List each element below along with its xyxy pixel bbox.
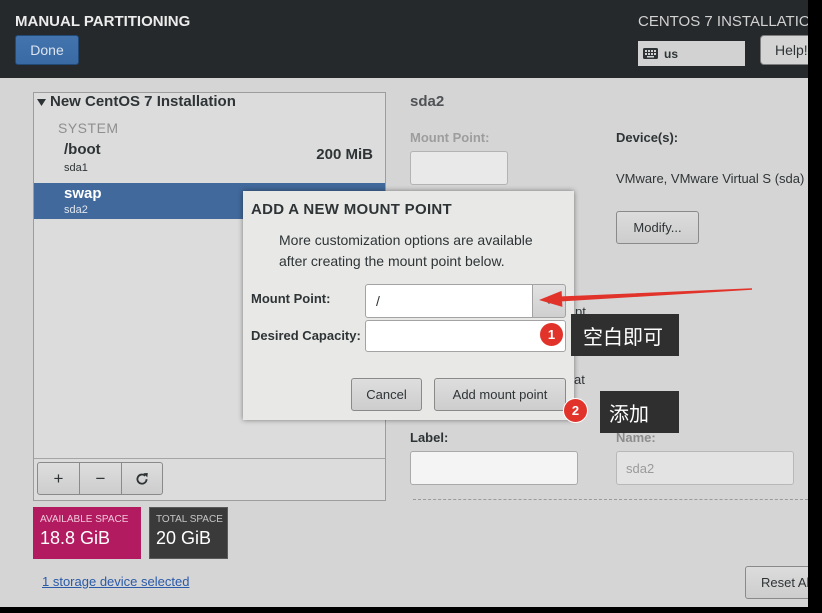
available-space-label: AVAILABLE SPACE [40, 514, 129, 525]
installation-title[interactable]: New CentOS 7 Installation [50, 93, 236, 110]
done-button[interactable]: Done [15, 35, 79, 65]
partition-toolbar: + − [34, 458, 385, 500]
label-field-label: Label: [410, 430, 449, 445]
desired-capacity-input[interactable] [365, 320, 566, 352]
refresh-button[interactable] [121, 462, 163, 495]
total-space-box: TOTAL SPACE 20 GiB [149, 507, 228, 559]
section-label-system: SYSTEM [58, 120, 119, 136]
dialog-description: after creating the mount point below. [279, 253, 505, 269]
reset-all-button[interactable]: Reset Al [745, 566, 808, 599]
dialog-mount-point-label: Mount Point: [251, 291, 331, 306]
dialog-description: More customization options are available [279, 232, 533, 248]
add-mount-point-dialog: ADD A NEW MOUNT POINT More customization… [243, 191, 574, 420]
mount-point-label: Mount Point: [410, 130, 490, 145]
available-space-value: 18.8 GiB [40, 528, 111, 548]
add-mount-point-button[interactable]: Add mount point [434, 378, 566, 411]
dialog-mount-point-input[interactable]: / [365, 284, 533, 318]
annotation-step-1-badge: 1 [539, 322, 564, 347]
devices-value: VMware, VMware Virtual S (sda) [616, 171, 805, 186]
partition-device: sda1 [64, 162, 88, 174]
product-title: CENTOS 7 INSTALLATIO [638, 13, 808, 30]
label-input[interactable] [410, 451, 578, 485]
keyboard-layout-label: us [664, 46, 679, 61]
keyboard-layout-indicator[interactable]: us [638, 41, 745, 66]
refresh-icon [136, 472, 148, 485]
keyboard-icon [643, 48, 658, 59]
expander-arrow-icon[interactable] [37, 99, 46, 106]
total-space-value: 20 GiB [156, 528, 212, 548]
name-input[interactable]: sda2 [616, 451, 794, 485]
remove-partition-button[interactable]: − [79, 462, 122, 495]
storage-devices-link[interactable]: 1 storage device selected [42, 574, 189, 590]
desired-capacity-label: Desired Capacity: [251, 328, 361, 343]
partition-mount-point: /boot [64, 141, 101, 158]
cancel-button[interactable]: Cancel [351, 378, 422, 411]
page-title: MANUAL PARTITIONING [15, 13, 191, 30]
dialog-title: ADD A NEW MOUNT POINT [251, 201, 453, 218]
selected-partition-title: sda2 [410, 93, 445, 110]
chevron-down-icon [544, 298, 554, 304]
add-partition-button[interactable]: + [37, 462, 80, 495]
help-button[interactable]: Help! [760, 35, 808, 65]
obscured-option-label: at [574, 372, 585, 387]
partition-device: sda2 [64, 204, 88, 216]
total-space-label: TOTAL SPACE [156, 514, 223, 525]
annotation-step-1-callout: 空白即可 [571, 314, 679, 356]
annotation-step-2-badge: 2 [563, 398, 588, 423]
top-bar: MANUAL PARTITIONING Done CENTOS 7 INSTAL… [0, 0, 808, 78]
help-button-label: Help! [775, 42, 808, 58]
mount-point-dropdown-button[interactable] [532, 284, 566, 318]
available-space-box: AVAILABLE SPACE 18.8 GiB [33, 507, 141, 559]
partition-mount-point: swap [64, 185, 102, 202]
installer-window: MANUAL PARTITIONING Done CENTOS 7 INSTAL… [0, 0, 808, 607]
annotation-step-2-callout: 添加 [600, 391, 679, 433]
section-divider [413, 499, 808, 500]
name-input-value: sda2 [626, 460, 655, 476]
mount-point-value: / [376, 293, 380, 309]
partition-size: 200 MiB [316, 146, 373, 163]
devices-label: Device(s): [616, 130, 679, 145]
mount-point-input[interactable] [410, 151, 508, 185]
modify-devices-button[interactable]: Modify... [616, 211, 699, 244]
